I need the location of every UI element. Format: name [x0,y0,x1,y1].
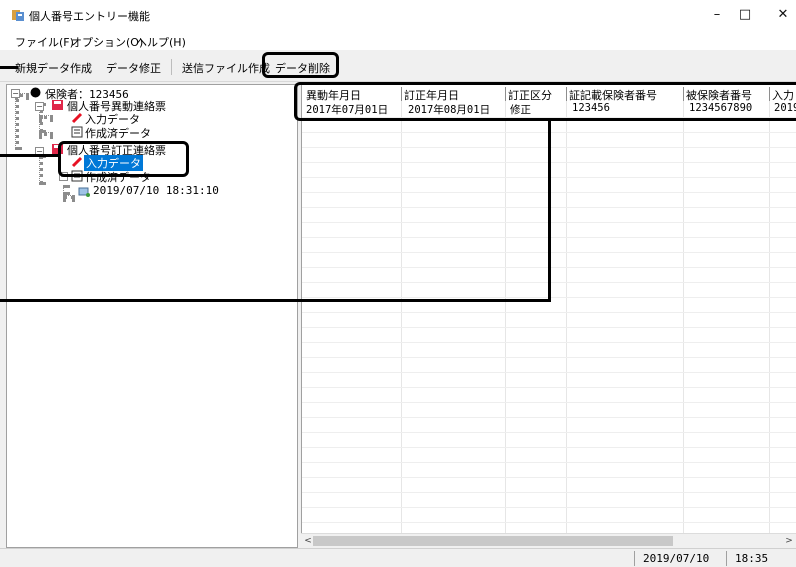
tree-connector [39,115,53,119]
annotation-line [0,66,18,69]
grid-line [302,522,796,523]
tree-node-timestamp[interactable]: 2019/07/10 18:31:10 [93,184,219,197]
app-icon [12,10,24,21]
close-button[interactable]: ✕ [760,0,796,30]
highlight-delete-button [262,52,339,78]
window-title: 個人番号エントリー機能 [29,10,150,23]
toolbar-separator [171,59,172,75]
annotation-line [0,299,551,302]
document-icon [71,126,83,138]
menu-help[interactable]: ヘルプ(H) [136,34,186,50]
collapse-toggle[interactable]: − [35,102,44,111]
scrollbar-thumb[interactable] [313,536,673,546]
book-icon [52,100,63,110]
tree-connector [39,155,43,185]
horizontal-scrollbar[interactable]: < > [301,533,796,548]
annotation-line [548,121,551,302]
toolbar: 新規データ作成 データ修正 送信ファイル作成 データ削除 [0,50,796,82]
highlight-input-data-node [58,141,189,177]
grid-line [302,447,796,448]
grid-line [302,387,796,388]
tree-connector [63,195,75,199]
grid-line [302,432,796,433]
tree-node-created-data[interactable]: 作成済データ [85,125,151,141]
scroll-right-arrow-icon[interactable]: > [782,534,796,548]
grid-line [302,327,796,328]
highlight-grid-row [294,82,796,121]
grid-line [302,402,796,403]
grid-line [302,372,796,373]
insurer-dot-icon [30,87,41,98]
status-time: 18:35 [726,551,786,566]
tree-connector [63,185,67,195]
status-date: 2019/07/10 [634,551,716,566]
tree-connector [15,94,19,150]
grid-line [302,507,796,508]
grid-line [302,492,796,493]
menu-options[interactable]: オプション(O) [71,34,143,50]
grid-line [302,342,796,343]
edit-data-button[interactable]: データ修正 [106,60,161,76]
collapse-toggle[interactable]: − [11,89,20,98]
grid-line [302,312,796,313]
tree-connector [39,132,53,136]
menu-file[interactable]: ファイル(F) [15,34,74,50]
grid-line [302,462,796,463]
menu-bar: ファイル(F) オプション(O) ヘルプ(H) [0,30,796,50]
pencil-icon [71,112,83,124]
create-send-file-button[interactable]: 送信ファイル作成 [182,60,270,76]
grid-line [302,357,796,358]
annotation-line [0,154,58,157]
new-data-button[interactable]: 新規データ作成 [15,60,92,76]
network-file-icon [78,187,90,197]
title-bar: 個人番号エントリー機能 – □ ✕ [0,0,796,30]
grid-line [302,417,796,418]
grid-line [302,477,796,478]
application-window: 個人番号エントリー機能 – □ ✕ ファイル(F) オプション(O) ヘルプ(H… [0,0,796,567]
status-bar: 2019/07/10 18:35 [0,548,796,567]
